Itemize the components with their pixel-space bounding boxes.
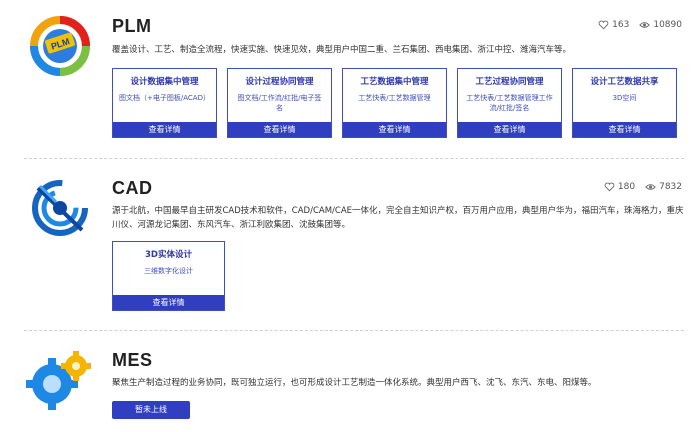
product-stats: 163 10890 xyxy=(598,20,682,30)
feature-card: 设计过程协同管理 图文档/工作流/红批/电子签名 查看详情 xyxy=(227,68,332,138)
feature-card: 设计数据集中管理 图文档（+电子图板/ACAD） 查看详情 xyxy=(112,68,217,138)
view-details-button[interactable]: 查看详情 xyxy=(113,295,224,310)
view-details-button[interactable]: 查看详情 xyxy=(113,122,216,137)
card-subtitle: 3D空间 xyxy=(612,94,637,102)
like-icon xyxy=(598,20,609,30)
card-title: 工艺过程协同管理 xyxy=(475,77,544,87)
card-title: 设计工艺数据共享 xyxy=(590,77,659,87)
like-stat[interactable]: 163 xyxy=(598,20,629,30)
view-stat: 10890 xyxy=(639,20,682,30)
product-stats: 180 7832 xyxy=(604,182,682,192)
section-divider xyxy=(24,330,684,331)
like-count: 180 xyxy=(617,182,636,192)
card-subtitle: 工艺快表/工艺数据管理工作流/红批/签名 xyxy=(466,94,553,112)
feature-card: 设计工艺数据共享 3D空间 查看详情 xyxy=(572,68,677,138)
card-title: 设计数据集中管理 xyxy=(130,77,199,87)
mes-logo-icon xyxy=(26,351,91,410)
product-title: CAD xyxy=(112,178,153,198)
feature-card: 工艺数据集中管理 工艺快表/工艺数据管理 查看详情 xyxy=(342,68,447,138)
card-subtitle: 图文档（+电子图板/ACAD） xyxy=(119,94,210,102)
eye-icon xyxy=(639,22,651,28)
product-description: 源于北航，中国最早自主研发CAD技术和软件，CAD/CAM/CAE一体化，完全自… xyxy=(112,206,684,230)
view-details-button[interactable]: 查看详情 xyxy=(343,122,446,137)
view-details-button[interactable]: 查看详情 xyxy=(228,122,331,137)
card-subtitle: 三维数字化设计 xyxy=(144,267,193,275)
like-stat[interactable]: 180 xyxy=(604,182,635,192)
view-details-button[interactable]: 查看详情 xyxy=(573,122,676,137)
feature-cards: 3D实体设计 三维数字化设计 查看详情 xyxy=(112,241,225,311)
view-count: 7832 xyxy=(659,182,682,192)
view-details-button[interactable]: 查看详情 xyxy=(458,122,561,137)
cad-logo-icon xyxy=(32,180,88,236)
feature-card: 工艺过程协同管理 工艺快表/工艺数据管理工作流/红批/签名 查看详情 xyxy=(457,68,562,138)
like-icon xyxy=(604,182,615,192)
product-title: PLM xyxy=(112,16,152,36)
not-launched-button[interactable]: 暂未上线 xyxy=(112,401,190,419)
view-stat: 7832 xyxy=(645,182,682,192)
view-count: 10890 xyxy=(653,20,682,30)
product-title: MES xyxy=(112,350,153,370)
like-count: 163 xyxy=(612,20,630,30)
card-subtitle: 工艺快表/工艺数据管理 xyxy=(358,94,431,102)
plm-logo-icon: PLM xyxy=(30,16,90,76)
product-description: 覆盖设计、工艺、制造全流程，快速实施、快速见效，典型用户中国二重、兰石集团、西电… xyxy=(112,45,572,55)
card-title: 设计过程协同管理 xyxy=(245,77,314,87)
card-title: 工艺数据集中管理 xyxy=(360,77,429,87)
card-subtitle: 图文档/工作流/红批/电子签名 xyxy=(237,94,322,112)
feature-cards: 设计数据集中管理 图文档（+电子图板/ACAD） 查看详情 设计过程协同管理 图… xyxy=(112,68,677,138)
product-description: 聚焦生产制造过程的业务协同，既可独立运行，也可形成设计工艺制造一体化系统。典型用… xyxy=(112,378,597,388)
eye-icon xyxy=(645,184,656,190)
section-divider xyxy=(24,158,684,159)
feature-card: 3D实体设计 三维数字化设计 查看详情 xyxy=(112,241,225,311)
card-title: 3D实体设计 xyxy=(145,250,192,260)
